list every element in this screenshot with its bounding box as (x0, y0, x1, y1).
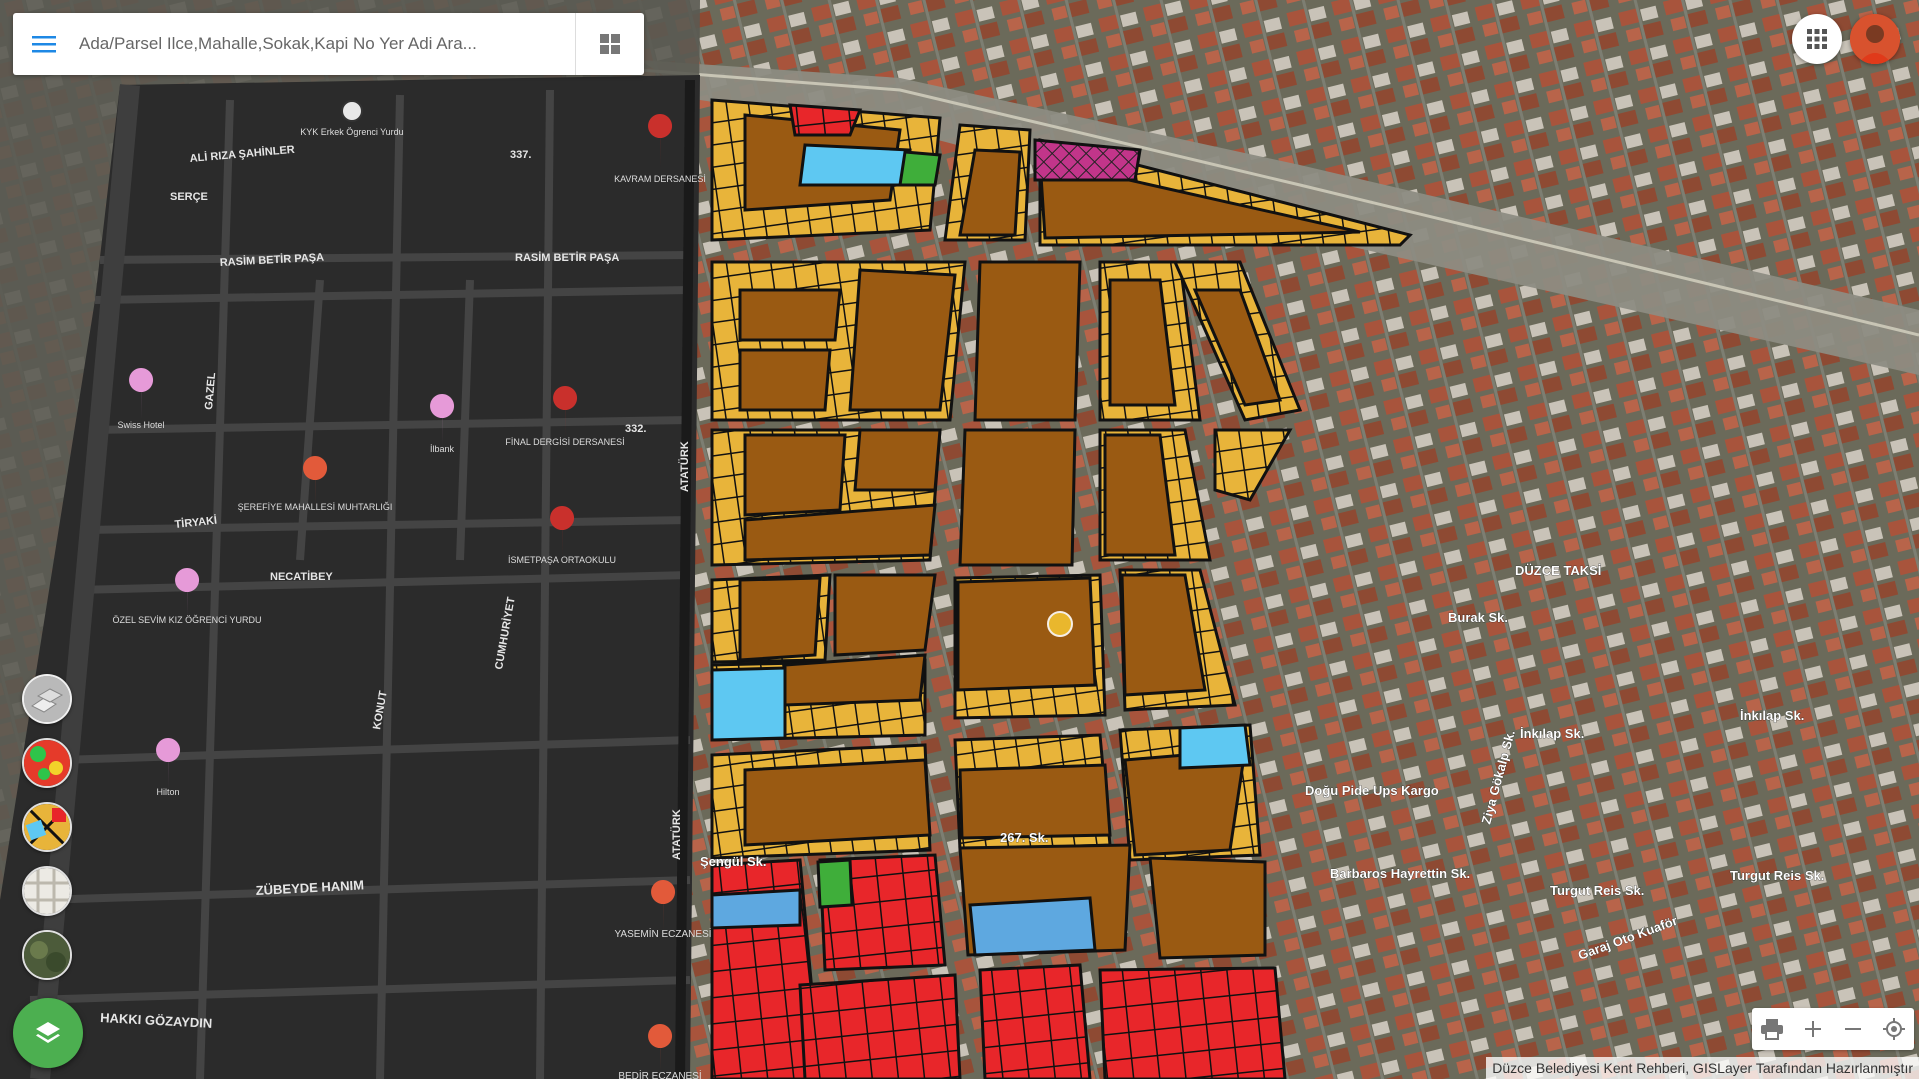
street-label-337: 337. (510, 149, 531, 161)
my-location-icon (1882, 1018, 1905, 1040)
parcel-block-blue[interactable] (710, 666, 787, 742)
parcel-block[interactable] (833, 573, 937, 657)
parcel-block[interactable] (958, 428, 1077, 567)
avatar-icon (1850, 14, 1900, 64)
poi-label: YASEMİN ECZANESİ (614, 927, 711, 940)
poi-label: Hilton (156, 787, 179, 797)
search-input[interactable] (75, 24, 575, 64)
street-label-inkilap: İnkılap Sk. (1520, 726, 1584, 741)
parcel-block-blue[interactable] (968, 896, 1097, 957)
layer-street-map[interactable] (22, 866, 72, 916)
parcel-block[interactable] (848, 268, 957, 412)
search-bar (13, 13, 644, 75)
parcel-block[interactable] (958, 763, 1112, 840)
cursor-hand-icon (1047, 611, 1073, 637)
parcel-block[interactable] (738, 348, 832, 412)
zoom-out-icon (1845, 1028, 1862, 1030)
parcel-block[interactable] (743, 433, 847, 517)
street-label-serce: SERÇE (170, 191, 208, 203)
poi-label: KAVRAM DERSANESİ (614, 174, 706, 184)
street-label-ataturk-south: ATATÜRK (670, 809, 683, 860)
street-label-inkilap-east: İnkılap Sk. (1740, 708, 1804, 723)
parcel-block-green[interactable] (816, 858, 854, 909)
parcel-block-red[interactable] (978, 963, 1092, 1079)
parcel-block-green[interactable] (898, 150, 942, 187)
grid-view-icon (600, 34, 620, 54)
parcel-block-red[interactable] (788, 103, 863, 137)
poi-label: Swiss Hotel (117, 420, 164, 430)
layer-satellite[interactable] (22, 930, 72, 980)
parcel-block[interactable] (738, 288, 842, 342)
street-label-267: 267. Sk. (1000, 830, 1048, 845)
layers-button[interactable] (13, 998, 83, 1068)
heatmap-icon (24, 740, 70, 786)
street-label-turgut-reis-east: Turgut Reis Sk. (1730, 868, 1824, 883)
zoom-in-icon (1804, 1021, 1821, 1037)
parcel-block[interactable] (743, 758, 932, 847)
layers-icon (36, 1022, 60, 1043)
menu-icon (32, 36, 56, 53)
map-canvas[interactable]: RASİM BETİR PAŞA RASİM BETİR PAŞA ALİ RI… (0, 0, 1919, 1079)
apps-grid-icon (1807, 29, 1827, 49)
parcel-block[interactable] (956, 576, 1097, 692)
street-label-necatibey: NECATİBEY (270, 570, 333, 583)
apps-button[interactable] (1792, 14, 1842, 64)
user-avatar[interactable] (1850, 14, 1900, 64)
street-label-rasim-betir: RASİM BETİR PAŞA (515, 251, 619, 264)
poi-label: İSMETPAŞA ORTAOKULU (508, 555, 616, 565)
my-location-button[interactable] (1876, 1011, 1912, 1047)
parcel-block-blue[interactable] (710, 888, 802, 930)
parcel-block-blue[interactable] (798, 143, 912, 187)
grid-view-button[interactable] (576, 13, 644, 75)
poi-label: İlbank (430, 444, 455, 454)
street-label-ataturk: ATATÜRK (678, 441, 691, 492)
parcel-block[interactable] (1148, 856, 1267, 960)
zoom-in-button[interactable] (1795, 1011, 1831, 1047)
layer-parcels[interactable] (22, 802, 72, 852)
dormitory-icon (341, 100, 363, 122)
poi-label: ŞEREFİYE MAHALLESİ MUHTARLIĞI (238, 502, 393, 512)
street-label-332: 332. (625, 423, 646, 435)
parcel-block[interactable] (853, 428, 942, 492)
print-button[interactable] (1754, 1011, 1790, 1047)
buildings-3d-icon (24, 676, 70, 722)
poi-label: BEDİR ECZANESİ (618, 1069, 701, 1079)
layer-heatmap[interactable] (22, 738, 72, 788)
parcel-block-blue[interactable] (1178, 723, 1252, 770)
parcel-block[interactable] (783, 653, 927, 707)
street-map-icon (24, 868, 70, 914)
poi-label-duzce-taksi: DÜZCE TAKSİ (1515, 563, 1601, 578)
layer-3d-buildings[interactable] (22, 674, 72, 724)
zoom-out-button[interactable] (1835, 1011, 1871, 1047)
print-icon (1761, 1019, 1784, 1040)
street-label-turgut-reis: Turgut Reis Sk. (1550, 883, 1644, 898)
menu-button[interactable] (13, 13, 75, 75)
parcel-block[interactable] (973, 260, 1082, 422)
parcel-block[interactable] (738, 576, 822, 662)
poi-label-ups-kargo: Ups Kargo (1373, 783, 1439, 798)
street-label-barbaros: Barbaros Hayrettin Sk. (1330, 866, 1470, 881)
map-attribution: Düzce Belediyesi Kent Rehberi, GISLayer … (1486, 1057, 1919, 1079)
satellite-icon (24, 932, 70, 978)
poi-label: ÖZEL SEVİM KIZ ÖĞRENCİ YURDU (112, 615, 261, 625)
map-toolbar (1752, 1008, 1914, 1050)
poi-label: KYK Erkek Ögrenci Yurdu (300, 127, 403, 137)
poi-label: FİNAL DERGİSİ DERSANESİ (505, 437, 624, 447)
parcel-layer-icon (24, 804, 70, 850)
street-label-burak: Burak Sk. (1448, 610, 1508, 625)
parcel-block-red[interactable] (798, 973, 962, 1079)
parcel-block-red[interactable] (1098, 966, 1287, 1079)
poi-label-dogu-pide: Doğu Pide (1305, 783, 1369, 798)
street-label-sengul: Şengül Sk. (700, 854, 766, 869)
